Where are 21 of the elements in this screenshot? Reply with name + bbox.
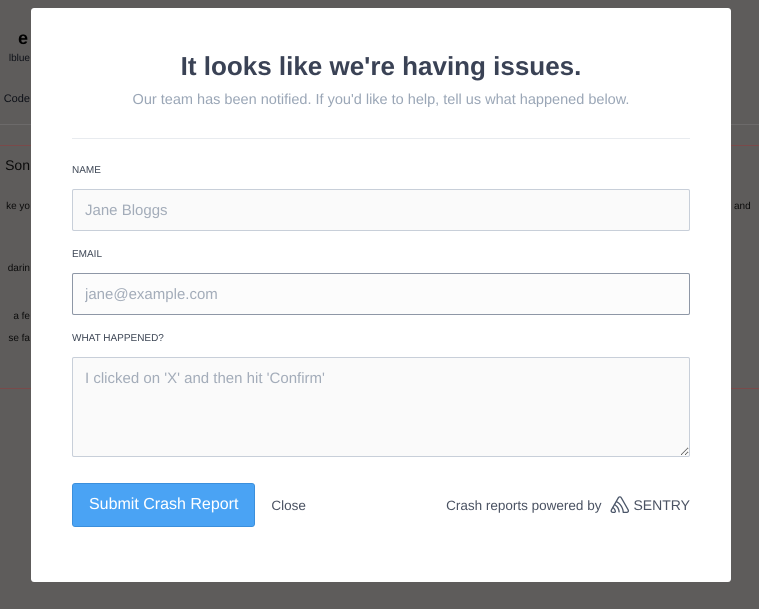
background-text: a fe	[13, 310, 30, 324]
background-text: Code	[4, 92, 30, 106]
background-text: se fa	[8, 332, 30, 346]
background-text: darin	[8, 262, 30, 276]
field-label: NAME	[72, 165, 101, 177]
field-label: EMAIL	[72, 249, 102, 261]
background-text: lblue	[8, 52, 30, 66]
background-text: ke yo	[6, 200, 30, 214]
field-label: WHAT HAPPENED?	[72, 333, 164, 345]
powered-by-text: Crash reports powered by	[446, 498, 602, 512]
background-text: and	[734, 200, 751, 214]
close-link[interactable]: Close	[271, 498, 306, 512]
brand-name: SENTRY	[633, 497, 690, 513]
input-field[interactable]: Jane Bloggs	[72, 189, 690, 231]
input-field[interactable]: I clicked on 'X' and then hit 'Confirm'	[72, 357, 690, 457]
background-text: Son	[5, 158, 30, 172]
background-text: e	[18, 28, 28, 48]
dialog-title: It looks like we're having issues.	[180, 50, 582, 83]
sentry-logo-icon	[610, 496, 630, 514]
input-field[interactable]: jane@example.com	[72, 273, 690, 315]
dialog-subtitle: Our team has been notified. If you'd like to help, tell us what happened below.	[132, 91, 630, 110]
